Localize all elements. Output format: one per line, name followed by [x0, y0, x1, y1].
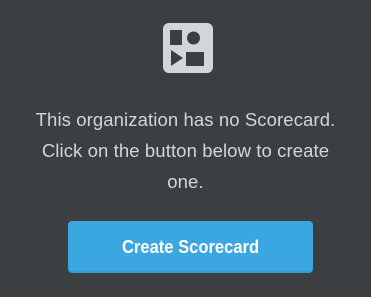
scorecard-icon [161, 21, 215, 75]
empty-state-line-2: Click on the button below to create [41, 140, 330, 161]
empty-state-line-1: This organization has no Scorecard. [35, 109, 336, 130]
empty-scorecard-panel: This organization has no Scorecard. Clic… [0, 0, 374, 297]
create-scorecard-button-label: Create Scorecard [121, 236, 260, 257]
empty-state-line-3: one. [167, 171, 204, 192]
create-scorecard-button[interactable]: Create Scorecard [68, 221, 313, 273]
empty-state-message: This organization has no Scorecard. Clic… [0, 104, 371, 197]
